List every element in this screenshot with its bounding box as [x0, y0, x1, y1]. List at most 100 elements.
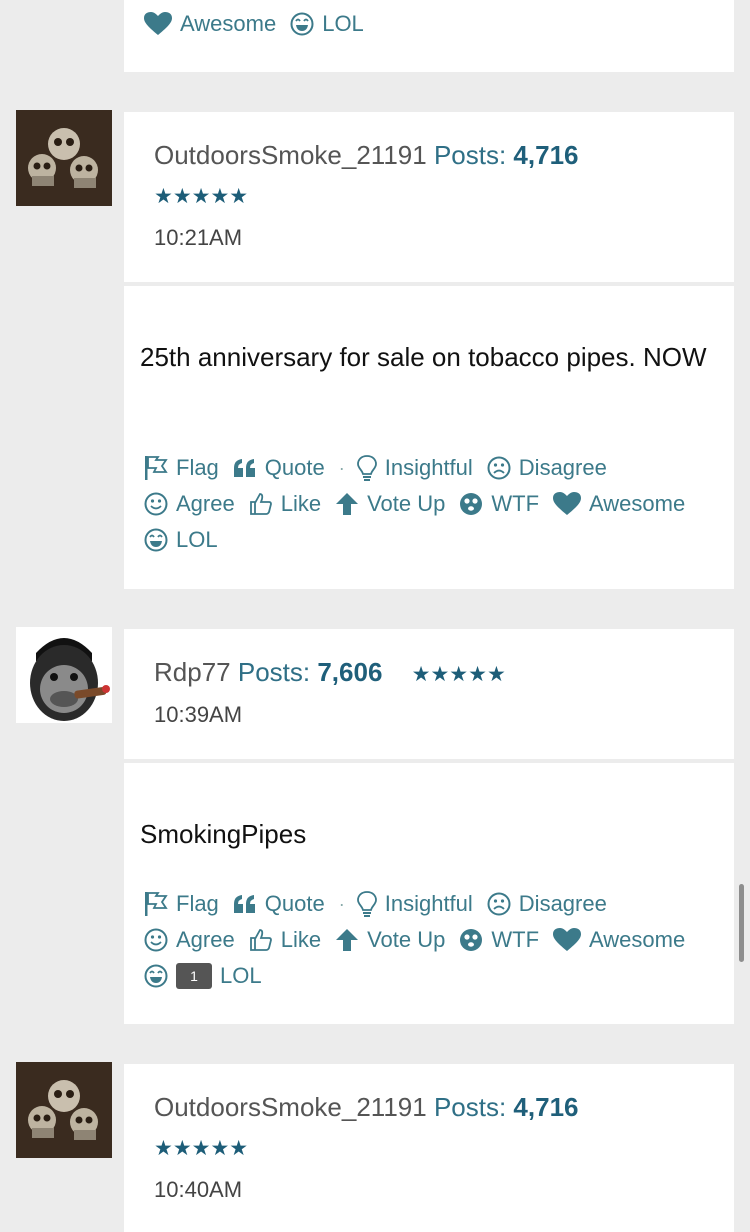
arrow-up-icon — [336, 929, 359, 951]
quote-icon — [233, 459, 255, 477]
thumbs-up-icon — [249, 929, 272, 951]
post-body-text: 25th anniversary for sale on tobacco pip… — [140, 342, 707, 372]
skulls-avatar-image — [16, 1062, 112, 1158]
quote-button[interactable]: Quote — [233, 891, 325, 917]
smile-icon — [144, 928, 168, 952]
laugh-icon — [144, 964, 168, 988]
post-time[interactable]: 10:21AM — [154, 225, 242, 251]
quote-icon — [233, 895, 255, 913]
lol-count-badge: 1 — [176, 963, 212, 989]
insightful-label: Insightful — [384, 891, 473, 916]
awesome-label: Awesome — [180, 11, 277, 36]
flag-icon — [145, 892, 168, 916]
username-link[interactable]: OutdoorsSmoke_21191 — [154, 140, 427, 170]
vote-up-button[interactable]: Vote Up — [335, 491, 445, 517]
flag-label: Flag — [176, 455, 219, 480]
agree-reaction[interactable]: Agree — [144, 491, 235, 517]
username-link[interactable]: Rdp77 — [154, 657, 231, 687]
quote-button[interactable]: Quote — [233, 455, 325, 481]
avatar-skulls[interactable] — [16, 110, 112, 206]
wtf-reaction[interactable]: WTF — [459, 491, 539, 517]
separator-dot: · — [338, 457, 345, 478]
posts-count: 4,716 — [513, 1092, 579, 1122]
thumbs-up-icon — [249, 493, 272, 515]
awesome-reaction[interactable]: Awesome — [553, 491, 685, 517]
post-header: Rdp77 Posts: 7,606 ★★★★★ 10:39AM — [124, 629, 734, 759]
awesome-label: Awesome — [589, 491, 686, 516]
quote-label: Quote — [264, 891, 325, 916]
post-time[interactable]: 10:40AM — [154, 1177, 242, 1203]
arrow-up-icon — [336, 493, 359, 515]
frown-icon — [487, 456, 511, 480]
posts-count: 7,606 — [317, 657, 383, 687]
disagree-label: Disagree — [518, 455, 607, 480]
like-button[interactable]: Like — [249, 491, 321, 517]
post-body-card: 25th anniversary for sale on tobacco pip… — [124, 286, 734, 589]
lol-reaction[interactable]: LOL — [144, 527, 218, 553]
heart-icon — [144, 12, 172, 35]
vote-up-label: Vote Up — [367, 491, 446, 516]
rank-stars: ★★★★★ — [154, 1137, 249, 1160]
post-time[interactable]: 10:39AM — [154, 702, 242, 728]
previous-post-reactions-card: Awesome LOL — [124, 0, 734, 72]
disagree-reaction[interactable]: Disagree — [487, 455, 607, 481]
reaction-bar: Awesome LOL — [144, 6, 724, 42]
flag-label: Flag — [176, 891, 219, 916]
avatar-gorilla[interactable] — [16, 627, 112, 723]
agree-reaction[interactable]: Agree — [144, 927, 235, 953]
awesome-reaction[interactable]: Awesome — [553, 927, 685, 953]
posts-count: 4,716 — [513, 140, 579, 170]
like-label: Like — [280, 927, 322, 952]
heart-icon — [553, 928, 582, 951]
disagree-reaction[interactable]: Disagree — [487, 891, 607, 917]
post-body-card: SmokingPipes Flag Quote · Insightful Dis… — [124, 763, 734, 1024]
lol-label: LOL — [176, 527, 218, 552]
flag-button[interactable]: Flag — [144, 455, 219, 481]
lol-label: LOL — [322, 11, 364, 36]
username-link[interactable]: OutdoorsSmoke_21191 — [154, 1092, 427, 1122]
laugh-icon — [144, 528, 168, 552]
skulls-avatar-image — [16, 110, 112, 206]
gorilla-cigar-avatar-image — [16, 627, 112, 723]
laugh-icon — [290, 12, 314, 36]
rank-stars: ★★★★★ — [154, 185, 249, 208]
scrollbar-thumb[interactable] — [739, 884, 744, 962]
insightful-reaction[interactable]: Insightful — [356, 455, 473, 481]
awesome-reaction[interactable]: Awesome — [144, 11, 276, 37]
disagree-label: Disagree — [518, 891, 607, 916]
post-header: OutdoorsSmoke_21191 Posts: 4,716 ★★★★★ 1… — [124, 112, 734, 282]
vote-up-button[interactable]: Vote Up — [335, 927, 445, 953]
wtf-reaction[interactable]: WTF — [459, 927, 539, 953]
wtf-label: WTF — [491, 927, 540, 952]
surprised-face-icon — [460, 929, 483, 951]
author-line: OutdoorsSmoke_21191 Posts: 4,716 — [154, 1092, 579, 1123]
posts-label: Posts: — [237, 657, 311, 687]
author-line: Rdp77 Posts: 7,606 ★★★★★ — [154, 657, 506, 688]
agree-label: Agree — [176, 491, 235, 516]
lol-reaction[interactable]: 1 LOL — [144, 963, 262, 989]
posts-label: Posts: — [433, 1092, 507, 1122]
posts-label: Posts: — [433, 140, 507, 170]
heart-icon — [553, 492, 582, 515]
smile-icon — [144, 492, 168, 516]
wtf-label: WTF — [491, 491, 540, 516]
quote-label: Quote — [264, 455, 325, 480]
flag-icon — [145, 456, 168, 480]
surprised-face-icon — [460, 493, 483, 515]
avatar-skulls[interactable] — [16, 1062, 112, 1158]
like-button[interactable]: Like — [249, 927, 321, 953]
flag-button[interactable]: Flag — [144, 891, 219, 917]
awesome-label: Awesome — [589, 927, 686, 952]
lol-label: LOL — [220, 963, 262, 988]
lightbulb-icon — [356, 891, 377, 917]
author-line: OutdoorsSmoke_21191 Posts: 4,716 — [154, 140, 579, 171]
reaction-bar: Flag Quote · Insightful Disagree Agree L… — [144, 886, 724, 994]
separator-dot: · — [338, 893, 345, 914]
lightbulb-icon — [356, 455, 377, 481]
frown-icon — [487, 892, 511, 916]
insightful-reaction[interactable]: Insightful — [356, 891, 473, 917]
post-body-text: SmokingPipes — [140, 819, 307, 849]
like-label: Like — [280, 491, 322, 516]
lol-reaction[interactable]: LOL — [290, 11, 364, 37]
vote-up-label: Vote Up — [367, 927, 446, 952]
